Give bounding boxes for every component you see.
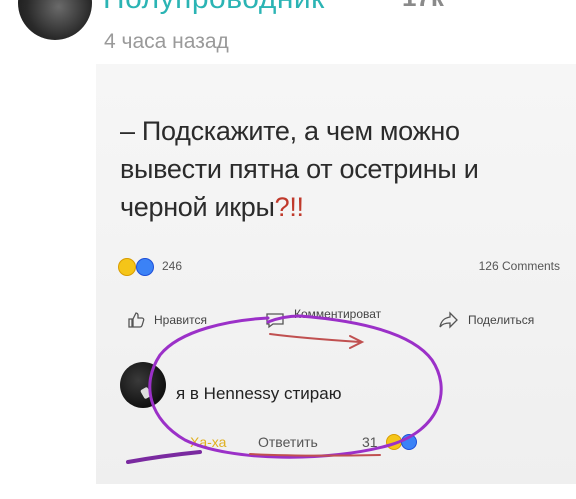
meme-like-label: Нравится bbox=[154, 313, 207, 327]
meme-comment-text: я в Hennessy стираю bbox=[176, 384, 342, 403]
meme-share-action: Поделиться bbox=[438, 310, 534, 330]
haha-emoji-icon bbox=[118, 258, 136, 276]
meme-question-punct: ?!! bbox=[274, 192, 304, 222]
post-time: 4 часа назад bbox=[104, 30, 229, 53]
commenter-avatar bbox=[120, 362, 166, 408]
like-emoji-icon bbox=[401, 434, 417, 450]
comment-bubble-icon bbox=[266, 313, 284, 329]
like-emoji-icon bbox=[136, 258, 154, 276]
meme-comment-action: Комментироват bbox=[264, 307, 382, 330]
meme-reactions-row: 246 126 Comments bbox=[118, 256, 568, 278]
meme-share-label: Поделиться bbox=[468, 313, 535, 327]
share-arrow-icon bbox=[439, 311, 458, 329]
meme-question: – Подскажите, а чем можно вывести пятна … bbox=[120, 112, 540, 226]
haha-emoji-icon bbox=[386, 434, 402, 450]
meme-reply-label: Ответить bbox=[258, 434, 318, 450]
meme-haha-label: Ха-ха bbox=[190, 434, 227, 450]
meme-comments-count: 126 Comments bbox=[478, 259, 560, 273]
meme-reactions-count: 246 bbox=[162, 259, 183, 273]
thumbs-up-icon bbox=[128, 312, 145, 328]
meme-like-action: Нравится bbox=[126, 310, 207, 330]
author-avatar[interactable] bbox=[18, 0, 92, 40]
meme-comment-label: Комментироват bbox=[294, 307, 382, 321]
meme-action-row: Нравится Комментироват Поделиться bbox=[118, 307, 570, 338]
author-name[interactable]: Полупроводник bbox=[103, 0, 325, 16]
author-count: 17к bbox=[402, 0, 444, 13]
meme-comment-reaction-count: 31 bbox=[362, 434, 378, 450]
meme-comment-actions: Ха-ха Ответить 31 bbox=[190, 430, 450, 454]
